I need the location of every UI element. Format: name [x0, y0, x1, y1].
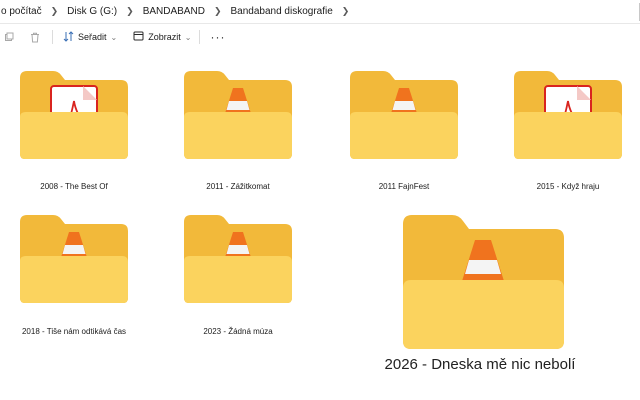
- chevron-right-icon[interactable]: ❯: [336, 6, 356, 17]
- folder-icon: [181, 212, 295, 306]
- sort-button[interactable]: Seřadit ⌄: [59, 28, 121, 46]
- folder-item[interactable]: 2011 - Zážitkomat: [174, 68, 302, 191]
- folder-icon: [389, 212, 571, 352]
- chevron-right-icon[interactable]: ❯: [120, 6, 140, 17]
- copy-icon[interactable]: [2, 30, 16, 44]
- folder-icon: [511, 68, 625, 162]
- toolbar-divider: [52, 30, 53, 44]
- view-icon: [133, 31, 144, 43]
- view-button[interactable]: Zobrazit ⌄: [129, 28, 195, 46]
- folder-name[interactable]: 2011 FajnFest: [379, 182, 430, 191]
- folder-item[interactable]: 2026 - Dneska mě nic nebolí: [378, 212, 582, 373]
- breadcrumb-this-pc[interactable]: o počítač: [0, 6, 45, 17]
- chevron-down-icon: ⌄: [110, 32, 118, 42]
- folder-name[interactable]: 2011 - Zážitkomat: [206, 182, 269, 191]
- sort-icon: [63, 30, 74, 44]
- folder-icon: [17, 212, 131, 306]
- folder-icon: [17, 68, 131, 162]
- folder-item[interactable]: 2011 FajnFest: [340, 68, 468, 191]
- folder-name[interactable]: 2026 - Dneska mě nic nebolí: [385, 356, 576, 373]
- command-bar: Seřadit ⌄ Zobrazit ⌄ ···: [0, 26, 640, 48]
- delete-icon[interactable]: [28, 30, 42, 44]
- more-options-button[interactable]: ···: [206, 28, 229, 46]
- folder-item[interactable]: 2008 - The Best Of: [10, 68, 138, 191]
- address-bar[interactable]: o počítač ❯ Disk G (G:) ❯ BANDABAND ❯ Ba…: [0, 0, 640, 24]
- breadcrumb-bandaband[interactable]: BANDABAND: [140, 6, 208, 17]
- breadcrumb-discography[interactable]: Bandaband diskografie: [227, 6, 335, 17]
- sort-label: Seřadit: [78, 32, 107, 42]
- view-label: Zobrazit: [148, 32, 181, 42]
- breadcrumb-disk-g[interactable]: Disk G (G:): [64, 6, 120, 17]
- folder-name[interactable]: 2015 - Když hraju: [537, 182, 600, 191]
- folder-item[interactable]: 2015 - Když hraju: [504, 68, 632, 191]
- toolbar-divider: [199, 30, 201, 44]
- folder-name[interactable]: 2023 - Žádná múza: [203, 327, 272, 336]
- folder-name[interactable]: 2018 - Tiše nám odtikává čas: [22, 327, 126, 336]
- folder-item[interactable]: 2018 - Tiše nám odtikává čas: [10, 212, 138, 336]
- chevron-right-icon[interactable]: ❯: [208, 6, 228, 17]
- folder-icon: [181, 68, 295, 162]
- folder-name[interactable]: 2008 - The Best Of: [40, 182, 107, 191]
- folder-item[interactable]: 2023 - Žádná múza: [174, 212, 302, 336]
- chevron-down-icon: ⌄: [184, 32, 192, 42]
- folder-icon: [347, 68, 461, 162]
- chevron-right-icon[interactable]: ❯: [45, 6, 65, 17]
